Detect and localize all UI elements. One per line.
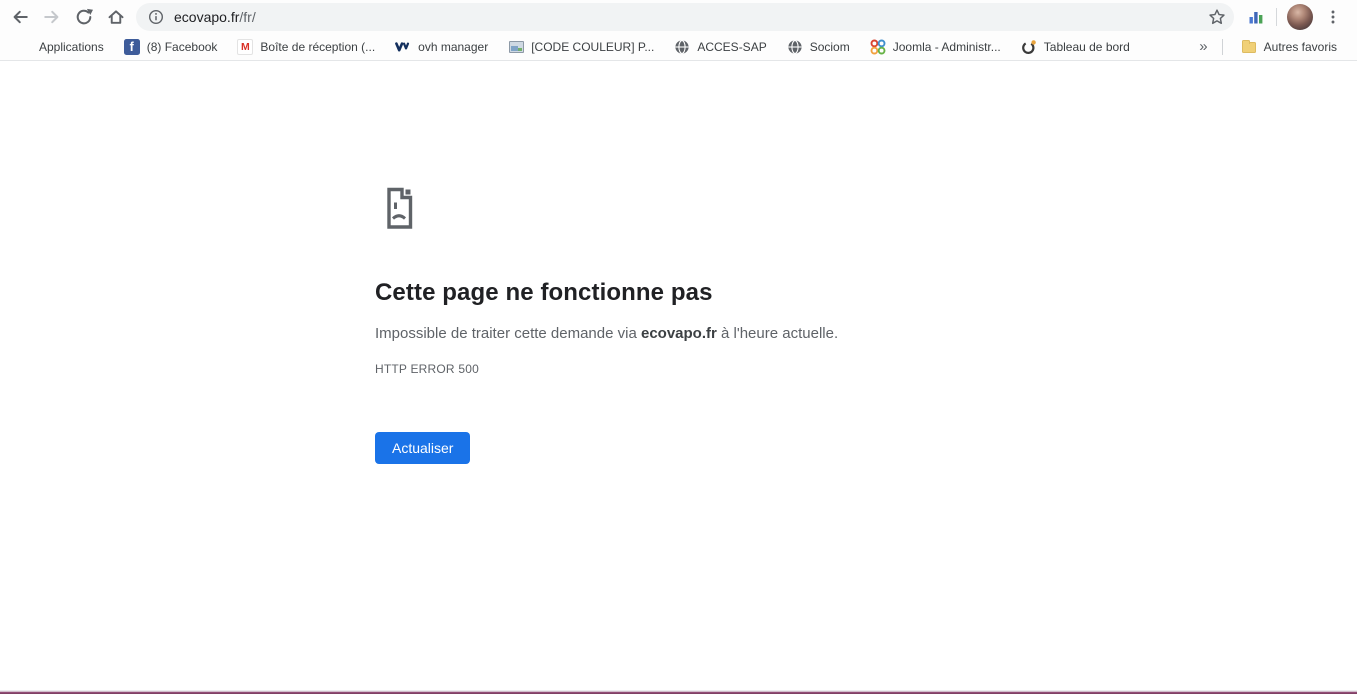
image-icon (508, 39, 524, 55)
back-icon (11, 8, 29, 26)
bookmarks-overflow-chevron[interactable]: » (1193, 38, 1213, 55)
other-bookmarks-label: Autres favoris (1263, 39, 1337, 54)
three-dot-menu-icon (1325, 9, 1341, 25)
reload-button[interactable] (68, 1, 100, 33)
reload-icon (75, 8, 93, 26)
error-container: Cette page ne fonctionne pas Impossible … (375, 184, 995, 464)
address-bar[interactable]: ecovapo.fr/fr/ (136, 2, 1234, 31)
bookmark-label: Sociom (809, 39, 850, 54)
dashboard-icon (1021, 39, 1037, 55)
browser-window: ecovapo.fr/fr/ Applications f (8) Facebo… (0, 0, 1357, 694)
forward-button[interactable] (36, 1, 68, 33)
bookmark-label: ovh manager (418, 39, 489, 54)
bookmark-acces-sap[interactable]: ACCES-SAP (664, 36, 776, 58)
actualiser-button[interactable]: Actualiser (375, 432, 471, 464)
analytics-extension-icon[interactable] (1242, 3, 1270, 31)
bookmark-label: (8) Facebook (146, 39, 218, 54)
bookmark-label: Applications (39, 39, 104, 54)
url-text[interactable]: ecovapo.fr/fr/ (174, 9, 1208, 25)
error-message-suffix: à l'heure actuelle. (716, 325, 839, 342)
bookmarks-separator (1221, 38, 1223, 55)
bookmark-label: ACCES-SAP (697, 39, 767, 54)
taskbar-edge (0, 690, 1357, 694)
home-icon (107, 8, 125, 26)
home-button[interactable] (100, 1, 132, 33)
error-page: Cette page ne fonctionne pas Impossible … (0, 61, 1357, 690)
bookmark-tableau-de-bord[interactable]: Tableau de bord (1011, 36, 1140, 58)
toolbar-separator (1276, 7, 1277, 26)
globe-icon (787, 39, 803, 55)
bookmark-sociom[interactable]: Sociom (777, 36, 860, 58)
folder-icon (1241, 39, 1257, 55)
joomla-icon (870, 39, 886, 55)
bookmark-applications[interactable]: Applications (6, 36, 114, 58)
forward-icon (43, 8, 61, 26)
back-button[interactable] (4, 1, 36, 33)
url-host: ecovapo.fr (174, 8, 240, 25)
apps-grid-icon (16, 39, 32, 55)
browser-toolbar: ecovapo.fr/fr/ (0, 0, 1357, 33)
bookmark-label: [CODE COULEUR] P... (531, 39, 655, 54)
page-info-icon[interactable] (148, 9, 164, 25)
bookmark-label: Joomla - Administr... (892, 39, 1001, 54)
menu-button[interactable] (1317, 1, 1349, 33)
bookmark-gmail-inbox[interactable]: M Boîte de réception (... (227, 36, 385, 58)
gmail-icon: M (237, 38, 254, 55)
globe-icon (674, 39, 690, 55)
bookmark-star-icon[interactable] (1208, 8, 1226, 26)
bookmark-ovh-manager[interactable]: ovh manager (385, 36, 498, 58)
error-code: HTTP ERROR 500 (375, 362, 479, 376)
url-path: /fr/ (239, 8, 256, 25)
sad-file-icon (375, 187, 423, 236)
profile-avatar[interactable] (1287, 3, 1313, 30)
facebook-icon: f (123, 38, 140, 55)
ovh-icon (395, 39, 411, 55)
error-title: Cette page ne fonctionne pas (375, 279, 713, 306)
error-message-host: ecovapo.fr (640, 325, 717, 342)
error-message-prefix: Impossible de traiter cette demande via (375, 325, 641, 342)
bookmark-joomla-admin[interactable]: Joomla - Administr... (860, 36, 1011, 58)
error-message: Impossible de traiter cette demande via … (375, 324, 995, 343)
bookmark-code-couleur[interactable]: [CODE COULEUR] P... (498, 36, 664, 58)
other-bookmarks-folder[interactable]: Autres favoris (1231, 36, 1347, 58)
bookmark-facebook[interactable]: f (8) Facebook (114, 36, 228, 58)
bookmark-label: Tableau de bord (1043, 39, 1130, 54)
bookmarks-bar: Applications f (8) Facebook M Boîte de r… (0, 33, 1357, 61)
bookmark-label: Boîte de réception (... (260, 39, 376, 54)
